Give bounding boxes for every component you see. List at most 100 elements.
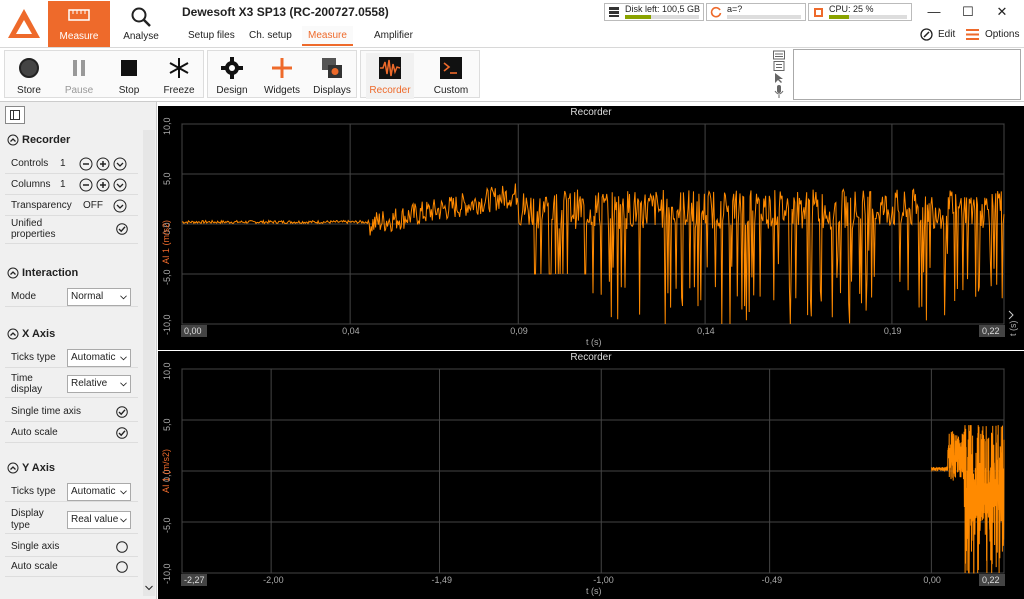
note-icon[interactable] [773, 61, 785, 71]
unified-properties-label-line1: Unified [11, 218, 43, 229]
mode-select[interactable]: Normal [67, 288, 131, 306]
stop-label: Stop [118, 85, 140, 96]
plus-circle-icon[interactable] [96, 157, 110, 171]
x-axis-section-title: X Axis [22, 328, 56, 340]
y-ticks-type-select[interactable]: Automatic [67, 483, 131, 501]
side-tools [770, 48, 788, 100]
minimize-button[interactable]: — [924, 4, 944, 20]
controls-row: Controls 1 [5, 154, 138, 174]
y-tick-label: 10,0 [162, 362, 172, 380]
analyse-mode-label: Analyse [123, 31, 159, 42]
recorder-graph-2[interactable]: Recorder 10,0 5,0 0,0 -5,0 -10,0 -2,27 -2,00 -1… [158, 351, 1024, 599]
widgets-button[interactable]: Widgets [258, 53, 306, 99]
recorder-waveform-icon [379, 57, 401, 79]
time-display-label-line2: display [11, 384, 43, 395]
chevron-down-icon[interactable] [113, 178, 127, 192]
y-ticks-type-label: Ticks type [11, 486, 56, 497]
y-ticks-type-value: Automatic [71, 486, 116, 497]
y-tick-label: 10,0 [162, 117, 172, 135]
recorder-graph-1[interactable]: Recorder 10,0 5,0 0,0 -5,0 -10,0 0,00 0,04 0,09… [158, 106, 1024, 350]
time-display-value: Relative [71, 378, 108, 389]
x-tick-label: -1,49 [431, 575, 452, 585]
mode-select-value: Normal [71, 291, 104, 302]
x-axis-section-header[interactable]: X Axis [0, 324, 142, 344]
tab-measure[interactable]: Measure [302, 26, 353, 46]
minus-circle-icon[interactable] [79, 178, 93, 192]
disk-status: Disk left: 100,5 GB [604, 3, 704, 21]
edit-label: Edit [938, 29, 956, 40]
tab-ch-setup[interactable]: Ch. setup [243, 26, 298, 46]
graph-scroll-right[interactable] [1007, 310, 1019, 324]
x-tick-label: -2,27 [184, 575, 205, 585]
y-tick-label: -5,0 [162, 517, 172, 533]
unified-properties-checkbox[interactable] [116, 223, 128, 235]
close-window-button[interactable]: ✕ [992, 4, 1012, 20]
display-area: Recorder 10,0 5,0 0,0 -5,0 -10,0 0,00 0,04 0,09… [157, 102, 1024, 599]
controls-label: Controls [11, 158, 49, 169]
minus-circle-icon[interactable] [79, 157, 93, 171]
microphone-icon[interactable] [773, 85, 785, 98]
mode-label: Mode [11, 291, 37, 302]
columns-row: Columns 1 [5, 175, 138, 195]
single-time-axis-label: Single time axis [11, 406, 82, 417]
x-tick-label: 0,04 [342, 326, 360, 336]
design-label: Design [216, 85, 248, 96]
chevron-down-icon[interactable] [113, 157, 127, 171]
x-tick-label: 0,00 [923, 575, 941, 585]
single-time-axis-checkbox[interactable] [116, 406, 128, 418]
time-display-select[interactable]: Relative [67, 375, 131, 393]
measure-mode-button[interactable]: Measure [48, 1, 110, 47]
store-button[interactable]: Store [5, 53, 53, 99]
toolbar: Store Pause Stop Freeze Design Widgets D… [0, 48, 1024, 102]
display-type-row: Display type Real value [5, 506, 138, 534]
transparency-label: Transparency [11, 200, 72, 211]
x-auto-scale-row: Auto scale [5, 423, 138, 443]
y-auto-scale-row: Auto scale [5, 557, 138, 577]
analyse-mode-button[interactable]: Analyse [110, 1, 172, 47]
plus-icon [272, 58, 292, 78]
collapse-sidebar-button[interactable] [5, 106, 25, 124]
window-title: Dewesoft X3 SP13 (RC-200727.0558) [182, 5, 389, 19]
chevron-down-icon [120, 490, 127, 495]
maximize-button[interactable]: ☐ [958, 4, 978, 20]
chevron-down-icon[interactable] [113, 199, 127, 213]
scroll-down-icon[interactable] [145, 584, 153, 592]
sync-status-text: a=? [727, 4, 743, 14]
single-axis-checkbox[interactable] [116, 541, 128, 553]
tab-setup-files[interactable]: Setup files [182, 26, 241, 46]
stop-button[interactable]: Stop [105, 53, 153, 99]
chevron-down-icon [120, 382, 127, 387]
recorder-section-header[interactable]: Recorder [0, 130, 142, 150]
properties-sidebar: Recorder Controls 1 Columns 1 Transparen… [0, 102, 157, 599]
chevron-down-icon [120, 356, 127, 361]
mode-row: Mode Normal [5, 287, 138, 307]
keyboard-icon[interactable] [773, 50, 785, 60]
interaction-section-header[interactable]: Interaction [0, 263, 142, 283]
recorder-section-title: Recorder [22, 134, 71, 146]
sync-status: a=? [706, 3, 806, 21]
x-tick-label: -2,00 [263, 575, 284, 585]
design-button[interactable]: Design [208, 53, 256, 99]
design-group: Design Widgets Displays [207, 50, 357, 98]
unified-properties-label-line2: properties [11, 229, 56, 240]
plus-circle-icon[interactable] [96, 178, 110, 192]
pause-button[interactable]: Pause [55, 53, 103, 99]
y-tick-label: 5,0 [162, 172, 172, 185]
x-auto-scale-checkbox[interactable] [116, 427, 128, 439]
tab-amplifier[interactable]: Amplifier [368, 26, 419, 46]
y-axis-section-header[interactable]: Y Axis [0, 458, 142, 478]
time-display-label-line1: Time [11, 373, 33, 384]
notes-panel[interactable] [793, 49, 1021, 100]
x-tick-label: 0,09 [510, 326, 528, 336]
display-type-select[interactable]: Real value [67, 511, 131, 529]
pointer-icon[interactable] [773, 72, 785, 84]
recorder-graph-1-xlabel: t (s) [586, 337, 602, 347]
sidebar-scrollbar[interactable] [143, 130, 155, 596]
x-ticks-type-select[interactable]: Automatic [67, 349, 131, 367]
y-auto-scale-checkbox[interactable] [116, 561, 128, 573]
recorder-screen-button[interactable]: Recorder [366, 53, 414, 99]
custom-screen-button[interactable]: Custom [427, 53, 475, 99]
cpu-status: CPU: 25 % [808, 3, 912, 21]
freeze-button[interactable]: Freeze [155, 53, 203, 99]
displays-button[interactable]: Displays [308, 53, 356, 99]
